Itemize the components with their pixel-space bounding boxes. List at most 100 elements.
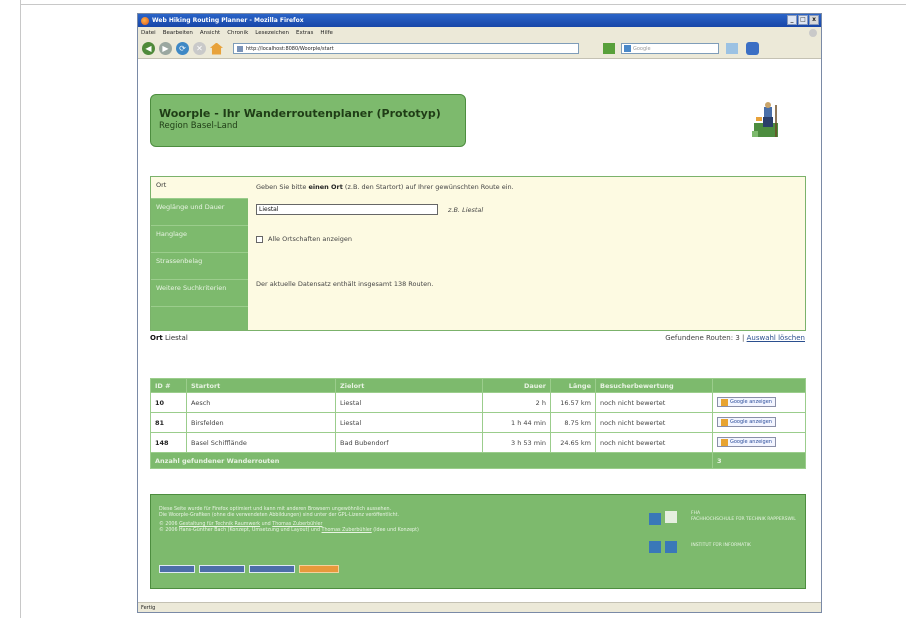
window-controls: _ □ x (787, 15, 819, 25)
sidebar-item-strassenbelag[interactable]: Strassenbelag (151, 253, 248, 280)
go-button[interactable] (603, 43, 615, 54)
col-startort[interactable]: Startort (186, 378, 336, 393)
google-maps-icon (721, 418, 728, 426)
navigation-toolbar: ◀ ▶ ⟳ ✕ http://localhost:8080/Woorple/st… (138, 39, 821, 59)
table-row[interactable]: 10 Aesch Liestal 2 h 16.57 km noch nicht… (150, 392, 806, 413)
minimize-button[interactable]: _ (787, 15, 797, 25)
selected-ort-value: Liestal (164, 334, 188, 342)
found-routes: Gefundene Routen: 3 | Auswahl löschen (665, 334, 805, 342)
sidebar-item-weglaenge[interactable]: Weglänge und Dauer (151, 199, 248, 226)
cell-id: 81 (150, 412, 187, 433)
footer-link-zuberbuehler-2[interactable]: Thomas Zuberbühler (322, 528, 372, 533)
footer-badges (159, 565, 339, 573)
throbber-icon (809, 29, 817, 37)
cell-bewertung: noch nicht bewertet (595, 432, 713, 453)
reload-icon[interactable]: ⟳ (176, 42, 189, 55)
cell-start: Aesch (186, 392, 336, 413)
institute-logo-icon (649, 541, 661, 553)
col-laenge[interactable]: Länge (550, 378, 596, 393)
cell-start: Basel Schifflände (186, 432, 336, 453)
dataset-info: Der aktuelle Datensatz enthält insgesamt… (256, 280, 434, 288)
show-all-row: Alle Ortschaften anzeigen (256, 235, 352, 243)
ort-input[interactable] (256, 204, 438, 215)
table-row[interactable]: 148 Basel Schifflände Bad Bubendorf 3 h … (150, 432, 806, 453)
w3c-xhtml-badge-icon[interactable] (199, 565, 245, 573)
page-subtitle: Region Basel-Land (159, 121, 238, 131)
selected-ort: Ort Liestal (150, 334, 188, 342)
page-title: Woorple - Ihr Wanderroutenplaner (Protot… (159, 107, 441, 120)
cell-map: Google anzeigen (712, 412, 806, 433)
status-bar: Fertig (138, 602, 821, 612)
search-icon[interactable] (726, 43, 738, 54)
col-id[interactable]: ID # (150, 378, 187, 393)
sidebar-item-ort[interactable]: Ort (151, 177, 248, 199)
rss-badge-icon[interactable] (299, 565, 339, 573)
site-footer: Diese Seite wurde für Firefox optimiert … (150, 494, 806, 589)
forward-icon[interactable]: ▶ (159, 42, 172, 55)
cell-laenge: 16.57 km (550, 392, 596, 413)
google-maps-button[interactable]: Google anzeigen (717, 417, 776, 428)
results-table: ID # Startort Zielort Dauer Länge Besuch… (150, 378, 806, 469)
col-dauer[interactable]: Dauer (482, 378, 551, 393)
sidebar-item-hanglage[interactable]: Hanglage (151, 226, 248, 253)
firefox-badge-icon[interactable] (159, 565, 195, 573)
cell-id: 10 (150, 392, 187, 413)
footer-line-4-pre: © 2006 Hans-Günther Bach (Konzept, Umset… (159, 528, 322, 533)
found-routes-text: Gefundene Routen: 3 | (665, 334, 745, 342)
footer-link-zuberbuehler[interactable]: Thomas Zuberbühler (272, 522, 322, 527)
ort-example: z.B. Liestal (448, 205, 484, 214)
hiker-logo-icon (752, 102, 778, 137)
fha-label: FHA (691, 511, 701, 516)
google-maps-button[interactable]: Google anzeigen (717, 437, 776, 448)
ort-form: Geben Sie bitte einen Ort (z.B. den Star… (248, 177, 805, 330)
menu-ansicht[interactable]: Ansicht (200, 30, 220, 36)
footer-line-4-post: (Idee und Konzept) (371, 528, 419, 533)
site-header: Woorple - Ihr Wanderroutenplaner (Protot… (150, 94, 466, 147)
ort-input-row: z.B. Liestal (256, 204, 483, 215)
search-engine-icon[interactable] (624, 45, 631, 52)
google-maps-icon (721, 398, 728, 406)
site-icon (237, 45, 243, 52)
menu-extras[interactable]: Extras (296, 30, 313, 36)
w3c-css-badge-icon[interactable] (249, 565, 295, 573)
addon-icon[interactable] (746, 42, 759, 55)
col-bewertung[interactable]: Besucherbewertung (595, 378, 713, 393)
menu-chronik[interactable]: Chronik (227, 30, 248, 36)
col-zielort[interactable]: Zielort (335, 378, 483, 393)
show-all-checkbox[interactable] (256, 235, 263, 243)
cell-dauer: 3 h 53 min (482, 432, 551, 453)
instruction-post: (z.B. den Startort) auf Ihrer gewünschte… (342, 183, 514, 191)
cell-start: Birsfelden (186, 412, 336, 433)
footer-link-raumwerk[interactable]: Gestaltung für Technik Raumwerk (179, 522, 260, 527)
maximize-button[interactable]: □ (798, 15, 808, 25)
menu-bar: Datei Bearbeiten Ansicht Chronik Lesezei… (138, 27, 821, 39)
url-bar[interactable]: http://localhost:8080/Woorple/start (233, 43, 579, 54)
page: Web Hiking Routing Planner - Mozilla Fir… (0, 0, 906, 618)
instruction-pre: Geben Sie bitte (256, 183, 309, 191)
table-footer-row: Anzahl gefundener Wanderrouten 3 (150, 452, 806, 469)
back-icon[interactable]: ◀ (142, 42, 155, 55)
sidebar-item-weitere[interactable]: Weitere Suchkriterien (151, 280, 248, 307)
col-map (712, 378, 806, 393)
show-all-label: Alle Ortschaften anzeigen (268, 235, 352, 243)
menu-lesezeichen[interactable]: Lesezeichen (255, 30, 289, 36)
table-row[interactable]: 81 Birsfelden Liestal 1 h 44 min 8.75 km… (150, 412, 806, 433)
cell-dauer: 2 h (482, 392, 551, 413)
page-content: Woorple - Ihr Wanderroutenplaner (Protot… (138, 60, 821, 604)
clear-selection-link[interactable]: Auswahl löschen (747, 334, 805, 342)
close-button[interactable]: x (809, 15, 819, 25)
form-instruction: Geben Sie bitte einen Ort (z.B. den Star… (256, 183, 797, 191)
selected-ort-label: Ort (150, 334, 163, 342)
cell-laenge: 24.65 km (550, 432, 596, 453)
google-maps-button[interactable]: Google anzeigen (717, 397, 776, 408)
menu-datei[interactable]: Datei (141, 30, 156, 36)
footer-line-3-mid: und (260, 522, 273, 527)
home-icon[interactable] (210, 42, 223, 55)
menu-hilfe[interactable]: Hilfe (320, 30, 333, 36)
criteria-sidebar: Ort Weglänge und Dauer Hanglage Strassen… (151, 177, 248, 330)
search-bar[interactable]: Google (621, 43, 719, 54)
stop-icon[interactable]: ✕ (193, 42, 206, 55)
menu-bearbeiten[interactable]: Bearbeiten (163, 30, 193, 36)
institute-name: INSTITUT FÜR INFORMATIK (691, 543, 751, 548)
cell-ziel: Liestal (335, 392, 483, 413)
